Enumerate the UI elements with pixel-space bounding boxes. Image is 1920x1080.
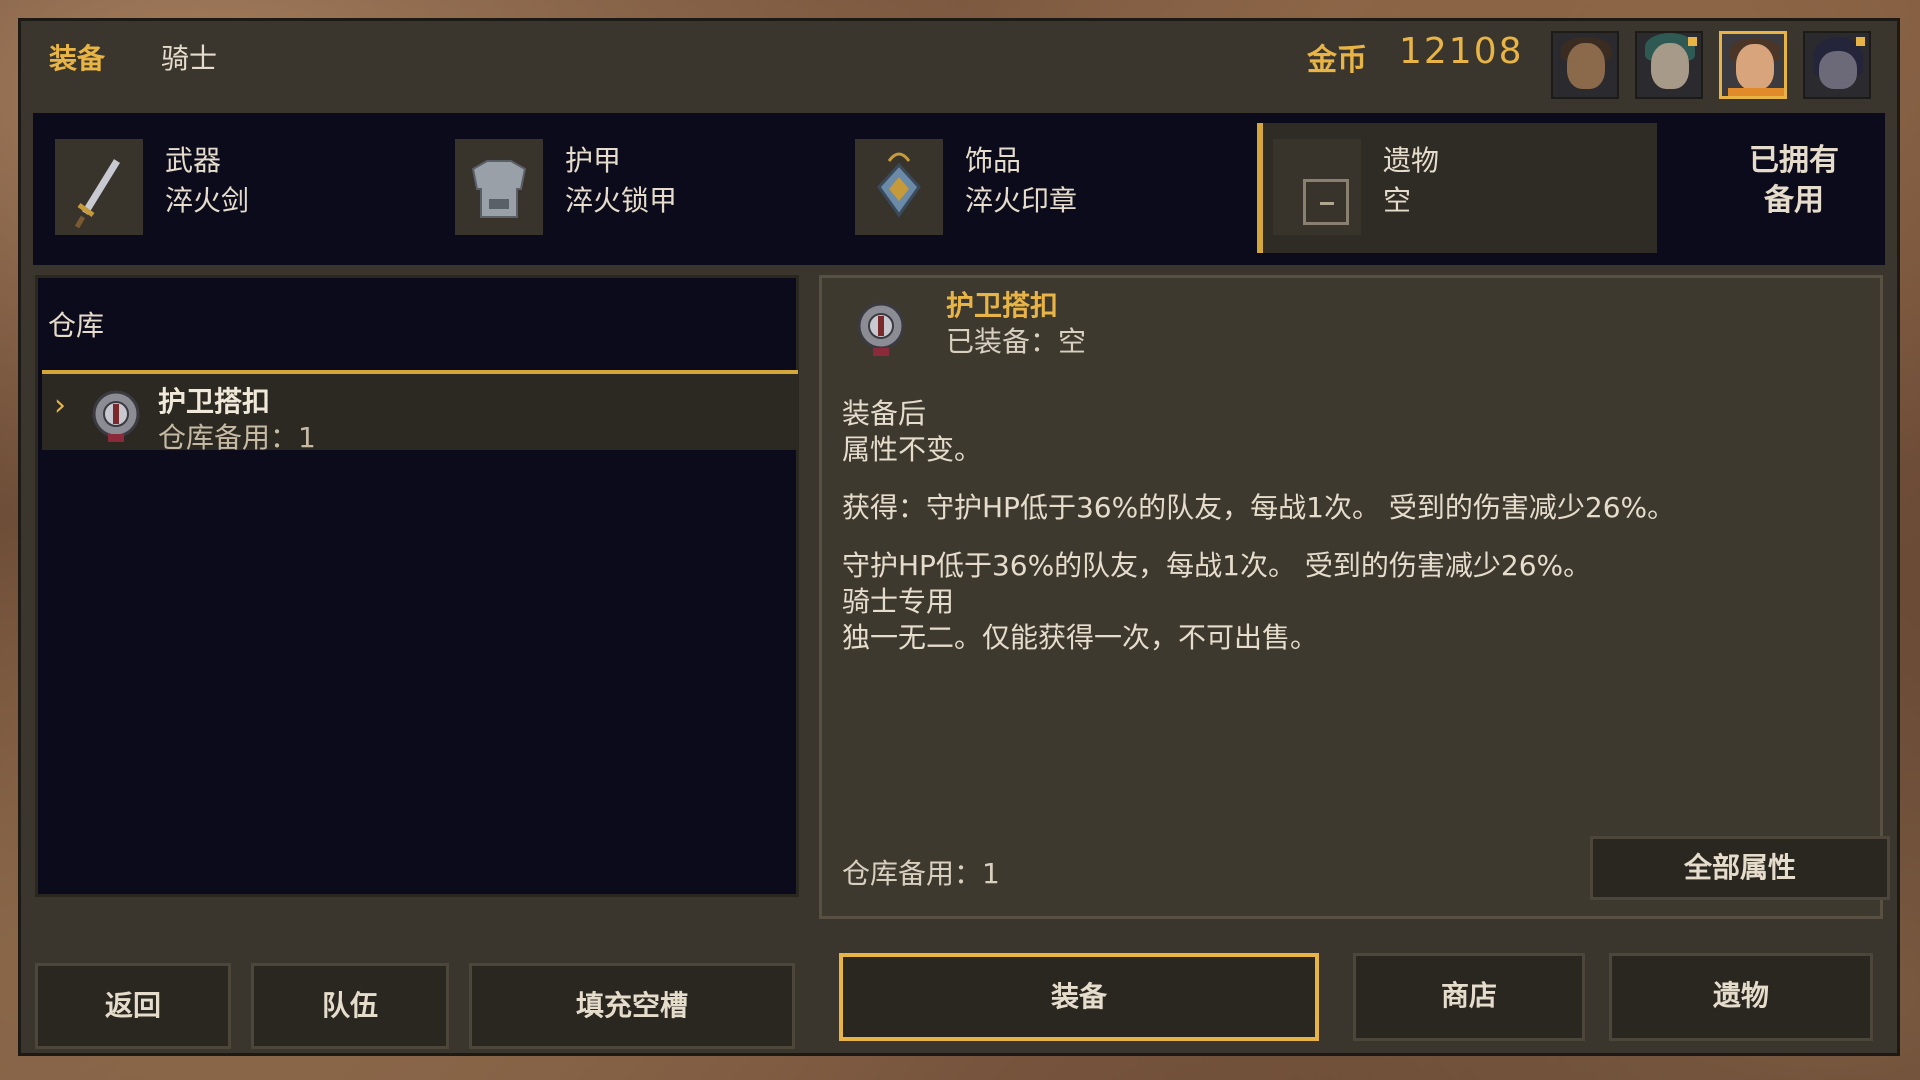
- guard-clasp-icon: [850, 292, 912, 362]
- all-attributes-button[interactable]: 全部属性: [1590, 836, 1890, 900]
- notification-marker: [1856, 37, 1865, 46]
- amulet-icon: [855, 139, 943, 235]
- shop-button[interactable]: 商店: [1353, 953, 1585, 1041]
- equipment-window: 装备 骑士 金币 12108 武器 淬火剑 护甲 淬火锁甲 饰品 淬火印章 遗物…: [18, 18, 1900, 1056]
- slot-relic-name: 遗物: [1383, 144, 1440, 177]
- guard-clasp-icon: [86, 382, 146, 446]
- portrait-knight[interactable]: [1719, 31, 1787, 99]
- owned-label-line1: 已拥有: [1749, 143, 1839, 178]
- portrait-warrior[interactable]: [1551, 31, 1619, 99]
- gold-label: 金币: [1307, 43, 1367, 78]
- fill-empty-slots-button[interactable]: 填充空槽: [469, 963, 795, 1049]
- slot-accessory[interactable]: 饰品 淬火印章: [845, 123, 1225, 253]
- owned-spare-label: 已拥有 备用: [1729, 141, 1859, 221]
- slot-accessory-name: 饰品: [965, 144, 1022, 177]
- page-title: 装备: [49, 42, 106, 75]
- slot-armor-name: 护甲: [565, 144, 622, 177]
- chainmail-icon: [455, 139, 543, 235]
- slot-armor[interactable]: 护甲 淬火锁甲: [445, 123, 825, 253]
- detail-equipped-label: 已装备：空: [946, 325, 1087, 358]
- slot-weapon-name: 武器: [165, 144, 222, 177]
- slot-armor-value: 淬火锁甲: [565, 184, 678, 217]
- description-line-3: 独一无二。仅能获得一次，不可出售。: [842, 621, 1319, 654]
- gain-effect-text: 获得：守护HP低于36%的队友，每战1次。 受到的伤害减少26%。: [842, 491, 1676, 524]
- owned-label-line2: 备用: [1764, 183, 1824, 218]
- after-equip-text: 属性不变。: [842, 433, 983, 466]
- portrait-rogue[interactable]: [1803, 31, 1871, 99]
- chevron-right-icon: ›: [54, 388, 66, 423]
- item-detail-panel: 护卫搭扣 已装备：空 装备后 属性不变。 获得：守护HP低于36%的队友，每战1…: [819, 275, 1890, 919]
- slot-weapon[interactable]: 武器 淬火剑: [45, 123, 425, 253]
- after-equip-title: 装备后: [842, 397, 927, 430]
- empty-slot-icon: [1273, 139, 1361, 235]
- warehouse-item-count: 仓库备用：1: [158, 421, 316, 454]
- detail-storage-count: 仓库备用：1: [842, 857, 1000, 890]
- character-class-label: 骑士: [161, 42, 218, 75]
- slot-relic-value: 空: [1383, 184, 1412, 217]
- team-button[interactable]: 队伍: [251, 963, 449, 1049]
- slot-accessory-value: 淬火印章: [965, 184, 1078, 217]
- equipment-bar: 武器 淬火剑 护甲 淬火锁甲 饰品 淬火印章 遗物 空 已拥有 备用: [33, 113, 1885, 265]
- notification-marker: [1688, 37, 1697, 46]
- back-button[interactable]: 返回: [35, 963, 231, 1049]
- relic-button[interactable]: 遗物: [1609, 953, 1873, 1041]
- warehouse-item-name: 护卫搭扣: [158, 385, 271, 418]
- warehouse-item[interactable]: › 护卫搭扣 仓库备用：1: [42, 374, 798, 454]
- gold-value: 12108: [1399, 31, 1524, 72]
- slot-weapon-value: 淬火剑: [165, 184, 250, 217]
- portrait-mage[interactable]: [1635, 31, 1703, 99]
- equip-button[interactable]: 装备: [839, 953, 1319, 1041]
- detail-item-name: 护卫搭扣: [946, 289, 1059, 322]
- warehouse-panel: 仓库 › 护卫搭扣 仓库备用：1: [35, 275, 799, 897]
- description-line-1: 守护HP低于36%的队友，每战1次。 受到的伤害减少26%。: [842, 549, 1592, 582]
- warehouse-title: 仓库: [48, 309, 105, 342]
- slot-relic[interactable]: 遗物 空: [1257, 123, 1657, 253]
- description-line-2: 骑士专用: [842, 585, 955, 618]
- sword-icon: [55, 139, 143, 235]
